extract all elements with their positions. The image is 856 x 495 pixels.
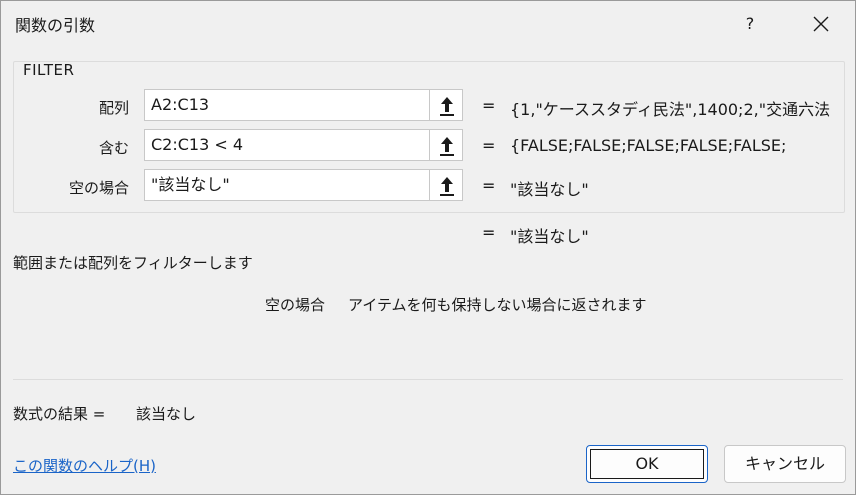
current-argument-description: アイテムを何も保持しない場合に返されます [348, 296, 647, 314]
function-result: "該当なし" [510, 227, 589, 246]
close-icon [813, 16, 829, 32]
if-empty-input[interactable]: "該当なし" [144, 169, 429, 201]
formula-result-value: 該当なし [136, 405, 197, 423]
formula-result-label: 数式の結果 = [13, 405, 106, 423]
array-input[interactable]: A2:C13 [144, 89, 429, 121]
divider [13, 379, 843, 380]
help-button[interactable]: ? [728, 9, 772, 39]
function-arguments-dialog: 関数の引数 ? FILTER 配列 A2:C13 = {1,"ケーススタディ民法… [0, 0, 856, 495]
current-argument-name: 空の場合 [265, 296, 326, 314]
function-result-equals: = [482, 223, 496, 242]
argument-result: {1,"ケーススタディ民法",1400;2,"交通六法 [510, 100, 831, 119]
function-name: FILTER [23, 61, 75, 79]
argument-result: {FALSE;FALSE;FALSE;FALSE;FALSE; [510, 136, 787, 155]
arrow-up-bar-icon [440, 97, 454, 116]
equals-sign: = [482, 136, 496, 155]
dialog-title: 関数の引数 [15, 16, 96, 35]
argument-result: "該当なし" [510, 180, 589, 199]
argument-row-if-empty: 空の場合 "該当なし" = "該当なし" [1, 169, 856, 203]
argument-label: 空の場合 [68, 179, 129, 197]
cancel-button[interactable]: キャンセル [724, 445, 846, 483]
collapse-dialog-button[interactable] [429, 169, 463, 201]
ok-button-label: OK [590, 449, 704, 479]
function-help-link[interactable]: この関数のヘルプ(H) [13, 455, 156, 476]
arrow-up-bar-icon [440, 177, 454, 196]
collapse-dialog-button[interactable] [429, 129, 463, 161]
include-input[interactable]: C2:C13 < 4 [144, 129, 429, 161]
argument-label: 含む [98, 139, 129, 157]
close-button[interactable] [799, 9, 843, 39]
argument-row-array: 配列 A2:C13 = {1,"ケーススタディ民法",1400;2,"交通六法 [1, 89, 856, 123]
argument-row-include: 含む C2:C13 < 4 = {FALSE;FALSE;FALSE;FALSE… [1, 129, 856, 163]
collapse-dialog-button[interactable] [429, 89, 463, 121]
arrow-up-bar-icon [440, 137, 454, 156]
ok-button[interactable]: OK [586, 445, 708, 483]
equals-sign: = [482, 176, 496, 195]
argument-label: 配列 [98, 99, 129, 117]
function-description: 範囲または配列をフィルターします [13, 254, 253, 272]
title-bar: 関数の引数 ? [1, 1, 855, 47]
equals-sign: = [482, 96, 496, 115]
